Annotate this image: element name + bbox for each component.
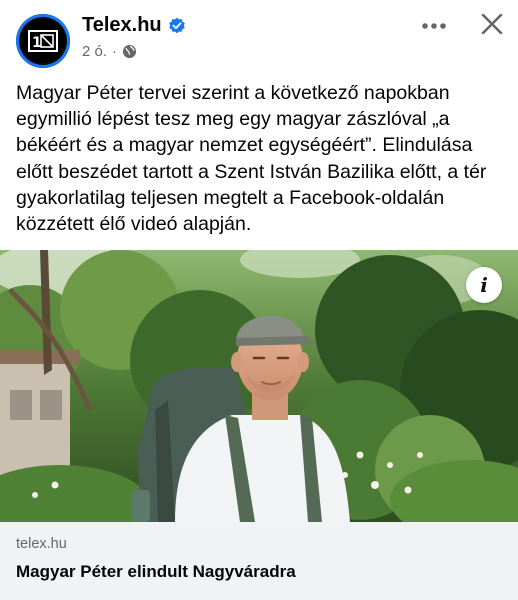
close-icon [481,13,503,35]
post-photo[interactable] [0,250,518,522]
page-avatar[interactable]: 1 [16,14,70,68]
link-title[interactable]: Magyar Péter elindult Nagyváradra [16,562,296,582]
close-post-button[interactable] [474,6,510,42]
post-header: 1 Telex.hu 2 ó. · [0,0,518,72]
verified-badge-icon [168,17,185,33]
post-meta: 2 ó. · [82,43,137,60]
info-button[interactable]: i [466,267,502,303]
photo-illustration [0,250,518,522]
globe-icon [122,44,137,59]
more-options-button[interactable] [418,12,450,40]
post-text: Magyar Péter tervei szerint a következő … [16,82,487,236]
more-horizontal-icon [422,23,446,29]
page-name-row: Telex.hu [82,14,186,37]
link-domain: telex.hu [16,536,67,552]
post-timestamp[interactable]: 2 ó. [82,43,107,60]
telex-logo-icon: 1 [21,19,65,63]
page-name[interactable]: Telex.hu [82,14,162,37]
meta-separator: · [112,43,118,60]
link-preview-card[interactable]: telex.hu Magyar Péter elindult Nagyvárad… [0,522,518,600]
info-icon: i [480,273,488,297]
